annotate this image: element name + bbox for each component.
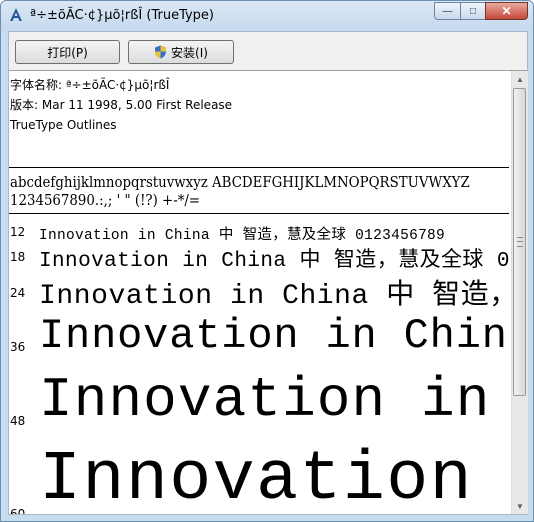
scrollbar-thumb[interactable]: [513, 88, 526, 396]
sample-text: Innovation in China: [39, 368, 509, 432]
font-preview: 字体名称: ª÷±õÃC·¢}µõ¦rßÎ 版本: Mar 11 1998, 5…: [9, 71, 509, 514]
print-button[interactable]: 打印(P): [15, 40, 120, 64]
sample-text: Innovation in China 中 智造，慧及全球: [39, 281, 509, 312]
vertical-scrollbar[interactable]: ▲ ▼: [511, 71, 528, 514]
font-name: 字体名称: ª÷±õÃC·¢}µõ¦rßÎ: [10, 78, 170, 92]
sample-text: Innovation in China: [39, 441, 509, 514]
sample-text: Innovation in China 中 智造，慧及全球 0123456789: [39, 250, 509, 273]
font-outline-type: TrueType Outlines: [10, 118, 117, 132]
minimize-icon: —: [442, 5, 453, 17]
font-file-icon: [10, 8, 22, 21]
charset-line-digits: 1234567890.:,; ' " (!?) +-*/=: [10, 193, 201, 209]
title-bar[interactable]: ª÷±õÃC·¢}µõ¦rßÎ (TrueType) — □ ✕: [1, 1, 533, 31]
sample-size-label: 18: [10, 250, 26, 264]
close-button[interactable]: ✕: [485, 2, 528, 20]
minimize-button[interactable]: —: [434, 2, 460, 20]
grip-icon: [517, 237, 523, 247]
toolbar: 打印(P) 安装(I): [9, 32, 527, 71]
sample-size-label: 60: [10, 507, 26, 514]
client-area: 打印(P) 安装(I) 字体名称: ª÷±õÃC·¢}µõ¦rßÎ 版本: Ma…: [8, 31, 528, 515]
character-set: abcdefghijklmnopqrstuvwxyz ABCDEFGHIJKLM…: [10, 174, 470, 210]
close-icon: ✕: [501, 4, 512, 18]
sample-size-label: 12: [10, 225, 26, 239]
sample-text: Innovation in China 中 智造，慧及全球 0123456789: [39, 228, 446, 244]
sample-text: Innovation in China: [39, 312, 509, 360]
install-button-label: 安装(I): [171, 45, 208, 60]
sample-size-label: 24: [10, 286, 26, 300]
divider: [9, 213, 509, 214]
caption-buttons: — □ ✕: [434, 2, 528, 20]
window-title: ª÷±õÃC·¢}µõ¦rßÎ (TrueType): [30, 8, 214, 23]
print-button-label: 打印(P): [47, 45, 88, 60]
sample-size-label: 48: [10, 414, 26, 428]
font-viewer-window: ª÷±õÃC·¢}µõ¦rßÎ (TrueType) — □ ✕ 打印(P) 安…: [0, 0, 534, 522]
install-button[interactable]: 安装(I): [128, 40, 234, 64]
maximize-button[interactable]: □: [460, 2, 485, 20]
font-version: 版本: Mar 11 1998, 5.00 First Release: [10, 98, 233, 112]
divider: [9, 167, 509, 168]
font-info: 字体名称: ª÷±õÃC·¢}µõ¦rßÎ 版本: Mar 11 1998, 5…: [10, 75, 232, 135]
scroll-down-arrow-icon[interactable]: ▼: [512, 498, 528, 514]
maximize-icon: □: [469, 5, 477, 17]
scroll-up-arrow-icon[interactable]: ▲: [512, 71, 528, 87]
charset-line-letters: abcdefghijklmnopqrstuvwxyz ABCDEFGHIJKLM…: [10, 175, 470, 191]
sample-size-label: 36: [10, 340, 26, 354]
uac-shield-icon: [155, 45, 167, 59]
